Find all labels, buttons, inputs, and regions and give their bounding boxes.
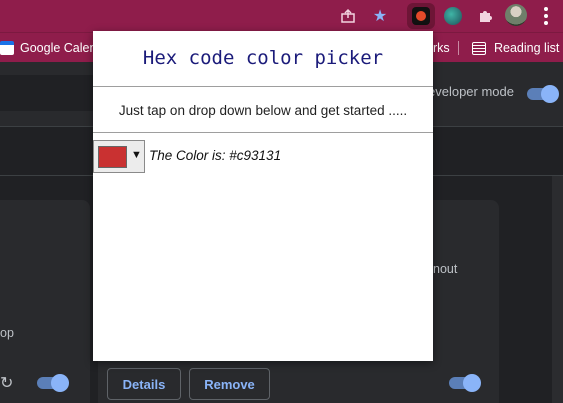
bookmark-item-partial[interactable]: rks — [433, 33, 450, 63]
extension-icon[interactable] — [444, 7, 462, 25]
hex-color-picker-extension-icon[interactable] — [412, 7, 430, 25]
bookmark-label: Google Calend — [20, 41, 104, 55]
extension-card-left — [0, 200, 90, 403]
bookmark-label: rks — [433, 41, 450, 55]
popup-title: Hex code color picker — [142, 47, 384, 69]
developer-mode-label: eveloper mode — [428, 84, 514, 99]
bookmark-divider — [458, 41, 459, 55]
extension-enable-toggle[interactable] — [449, 374, 481, 392]
bookmark-label: Reading list — [494, 41, 560, 55]
color-swatch — [98, 146, 127, 168]
details-button[interactable]: Details — [107, 368, 181, 400]
card-text-fragment: op — [0, 326, 14, 340]
avatar[interactable] — [505, 4, 527, 26]
popup-subtitle: Just tap on drop down below and get star… — [118, 103, 408, 118]
calendar-icon — [0, 41, 14, 55]
bookmark-google-calendar[interactable]: Google Calend — [0, 33, 103, 63]
color-picker-dropdown[interactable]: ▼ — [93, 140, 145, 173]
scrollbar[interactable] — [552, 176, 563, 403]
divider — [93, 86, 433, 87]
extension-popup: Hex code color picker Just tap on drop d… — [93, 31, 433, 361]
divider — [93, 132, 433, 133]
share-icon[interactable] — [337, 5, 359, 27]
card-text-fragment: nout — [433, 262, 458, 276]
puzzle-icon[interactable] — [474, 5, 496, 27]
extension-enable-toggle[interactable] — [37, 374, 69, 392]
reading-list-icon — [472, 41, 486, 55]
dropdown-arrow-icon: ▼ — [131, 149, 142, 161]
kebab-menu-icon[interactable] — [543, 7, 549, 25]
remove-button[interactable]: Remove — [189, 368, 270, 400]
browser-toolbar: ★ — [0, 0, 563, 32]
reload-icon[interactable]: ↻ — [0, 373, 13, 393]
star-icon[interactable]: ★ — [369, 5, 391, 27]
developer-mode-toggle[interactable] — [527, 85, 559, 103]
color-value-label: The Color is: #c93131 — [149, 148, 282, 163]
bookmark-reading-list[interactable]: Reading list — [472, 33, 559, 63]
